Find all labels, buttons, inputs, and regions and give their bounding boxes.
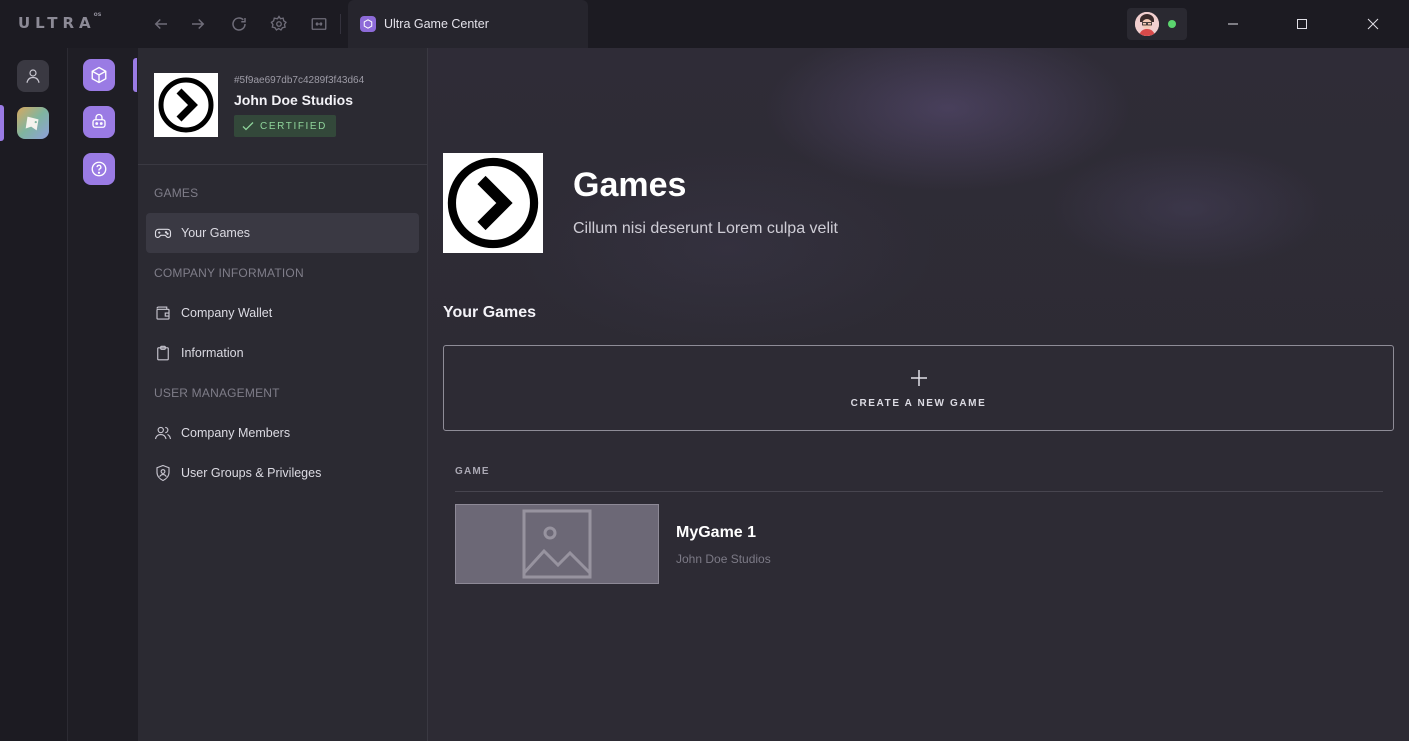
shield-user-icon [156, 464, 170, 482]
close-icon [1367, 18, 1379, 30]
section-title-user-management: USER MANAGEMENT [154, 386, 280, 400]
gamepad-app-icon [25, 116, 39, 131]
company-sidebar: #5f9ae697db7c4289f3f43d64 John Doe Studi… [138, 48, 428, 741]
game-thumbnail [455, 504, 659, 584]
your-games-heading: Your Games [443, 304, 537, 321]
sidebar-divider [138, 164, 428, 165]
wallet-icon [156, 306, 170, 320]
secondary-active-indicator [133, 58, 137, 92]
sidebar-item-company-members[interactable]: Company Members [146, 413, 419, 453]
check-icon [242, 122, 254, 131]
fullscreen-button[interactable] [308, 13, 330, 35]
sidebar-item-label: Information [181, 346, 244, 360]
image-placeholder-icon [522, 509, 592, 579]
page-title: Games [573, 166, 687, 204]
sidebar-item-information[interactable]: Information [146, 333, 419, 373]
game-center-app-button[interactable] [17, 107, 49, 139]
sidebar-item-label: Your Games [181, 226, 251, 240]
plus-icon [910, 369, 927, 386]
section-title-company-information: COMPANY INFORMATION [154, 266, 304, 280]
hero-background [428, 48, 1409, 378]
cube-icon [91, 66, 107, 84]
forward-button[interactable] [187, 13, 209, 35]
sidebar-item-label: Company Wallet [181, 306, 273, 320]
sidebar-item-label: User Groups & Privileges [181, 466, 322, 480]
maximize-button[interactable] [1290, 12, 1314, 36]
table-row[interactable]: MyGame 1 John Doe Studios [455, 504, 1383, 584]
clipboard-icon [157, 345, 169, 361]
toolbar-divider [340, 14, 341, 34]
sidebar-item-label: Company Members [181, 426, 291, 440]
user-icon [26, 69, 40, 83]
title-bar: ULTRAos Ultra Game Center [0, 0, 1409, 48]
profile-button[interactable] [17, 60, 49, 92]
game-studio: John Doe Studios [676, 552, 771, 566]
maximize-icon [1297, 19, 1307, 29]
page-subtitle: Cillum nisi deserunt Lorem culpa velit [573, 220, 838, 237]
games-header-logo [443, 153, 543, 253]
gamepad-icon [154, 228, 172, 239]
help-nav-button[interactable] [83, 153, 115, 185]
create-new-game-button[interactable]: CREATE A NEW GAME [443, 345, 1394, 431]
company-logo [154, 73, 218, 137]
chevron-circle-logo-icon [447, 157, 539, 249]
create-new-game-label: CREATE A NEW GAME [850, 397, 987, 409]
app-cube-icon [360, 16, 376, 32]
column-header-game: GAME [455, 466, 490, 477]
users-icon [154, 426, 172, 440]
arrow-left-icon [154, 18, 167, 30]
minimize-button[interactable] [1221, 12, 1245, 36]
active-indicator [0, 105, 4, 141]
certified-badge: CERTIFIED [234, 115, 336, 137]
tab-ultra-game-center[interactable]: Ultra Game Center [348, 0, 588, 48]
game-name: MyGame 1 [676, 524, 757, 541]
reload-button[interactable] [228, 13, 250, 35]
table-divider [455, 491, 1383, 492]
gear-icon [270, 15, 287, 31]
tab-label: Ultra Game Center [384, 17, 489, 31]
chevron-circle-logo-icon [158, 77, 214, 133]
secondary-rail [68, 48, 138, 741]
sidebar-item-your-games[interactable]: Your Games [146, 213, 419, 253]
online-status-dot [1168, 20, 1176, 28]
help-circle-icon [91, 161, 107, 177]
close-button[interactable] [1361, 12, 1385, 36]
arrow-right-icon [192, 18, 205, 30]
games-nav-button[interactable] [83, 59, 115, 91]
ultra-logo: ULTRAos [18, 11, 102, 32]
sidebar-item-company-wallet[interactable]: Company Wallet [146, 293, 419, 333]
section-title-games: GAMES [154, 186, 199, 200]
main-content: Games Cillum nisi deserunt Lorem culpa v… [428, 48, 1409, 741]
company-name: John Doe Studios [234, 92, 353, 108]
controller-store-icon [92, 113, 106, 128]
store-nav-button[interactable] [83, 106, 115, 138]
primary-rail [0, 48, 68, 741]
settings-button[interactable] [268, 13, 290, 35]
avatar [1135, 12, 1159, 36]
company-id: #5f9ae697db7c4289f3f43d64 [234, 75, 365, 86]
user-menu[interactable] [1127, 8, 1187, 40]
expand-icon [311, 18, 327, 30]
back-button[interactable] [150, 13, 172, 35]
minimize-icon [1228, 23, 1238, 25]
sidebar-item-user-groups[interactable]: User Groups & Privileges [146, 453, 419, 493]
reload-icon [232, 17, 246, 31]
certified-label: CERTIFIED [260, 120, 327, 132]
